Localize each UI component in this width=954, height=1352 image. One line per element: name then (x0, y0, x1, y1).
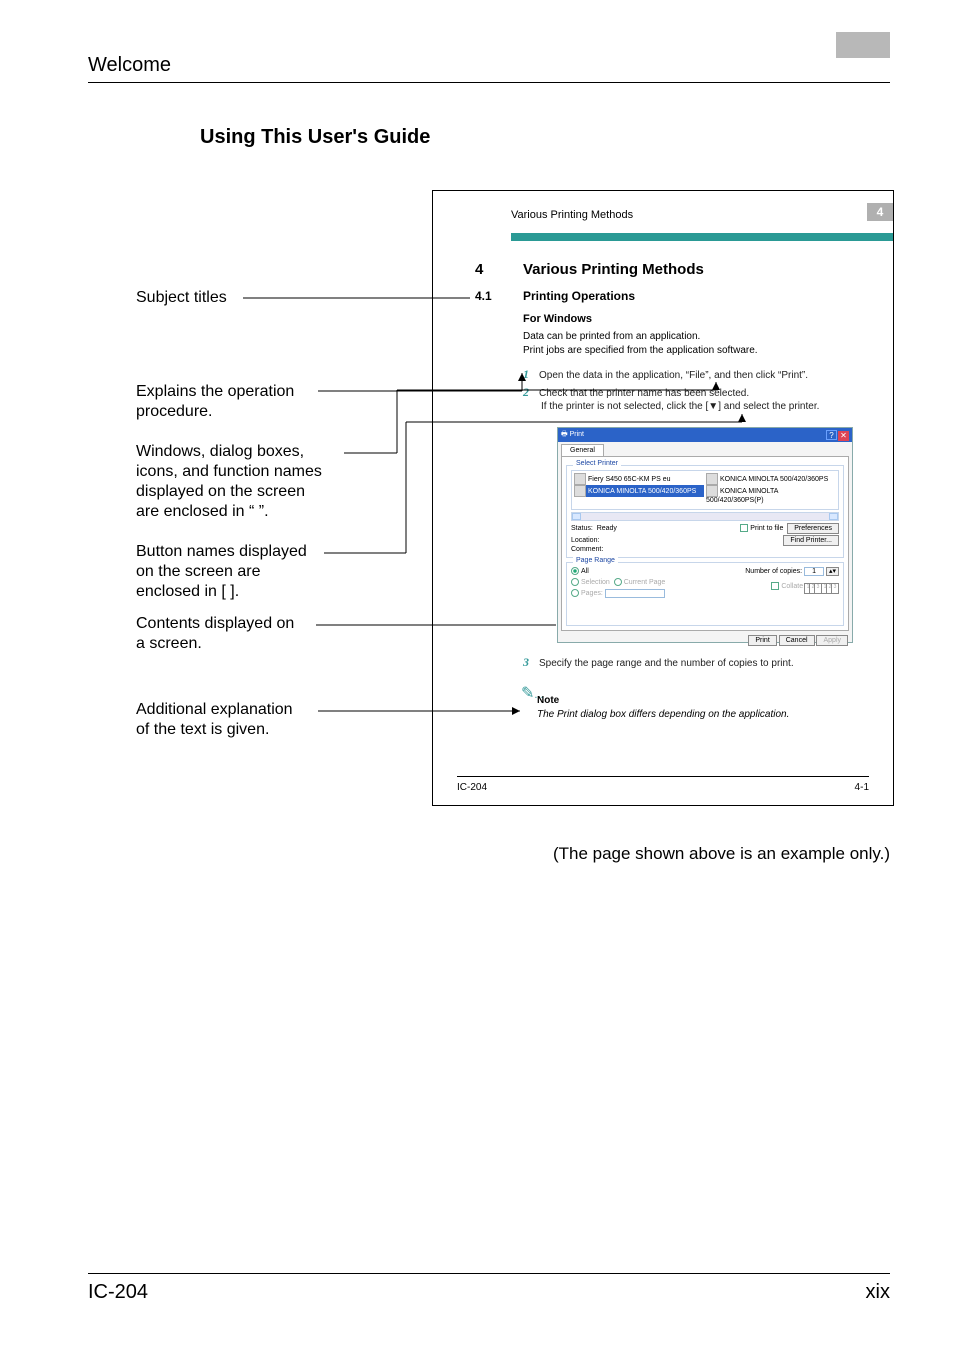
sample-step-2-text: Check that the printer name has been sel… (539, 388, 749, 399)
sample-body-2: Print jobs are specified from the applic… (523, 345, 758, 356)
sample-body-1: Data can be printed from an application. (523, 331, 700, 342)
label-subject-titles: Subject titles (136, 288, 227, 309)
label-buttons-3: enclosed in [ ]. (136, 582, 239, 603)
sample-step-3: 3Specify the page range and the number o… (523, 655, 794, 670)
group-select-title: Select Printer (573, 460, 621, 467)
comment-label: Comment: (571, 546, 839, 553)
find-printer-button[interactable]: Find Printer... (783, 535, 839, 546)
collate-icon: 123 (824, 583, 839, 594)
label-explains-2: procedure. (136, 402, 213, 423)
note-label: Note (537, 695, 559, 706)
figure-caption: (The page shown above is an example only… (553, 844, 890, 864)
apply-button[interactable]: Apply (816, 635, 848, 646)
print-to-file-label: Print to file (750, 525, 783, 532)
label-explains-1: Explains the operation (136, 382, 294, 403)
status-value: Ready (597, 525, 617, 532)
label-contents-1: Contents displayed on (136, 614, 294, 635)
collate-label: Collate (781, 583, 803, 590)
printer-icon: 🖶 (561, 431, 568, 438)
print-dialog: 🖶 Print ?✕ General Select Printer Fiery … (557, 427, 853, 643)
printer-item[interactable]: KONICA MINOLTA 500/420/360PS(P) (706, 485, 836, 504)
current-page-label: Current Page (624, 579, 666, 586)
sample-section-title: Printing Operations (523, 289, 635, 303)
all-label: All (581, 568, 589, 575)
print-to-file-checkbox[interactable] (740, 524, 748, 532)
sample-step-1-text: Open the data in the application, “File”… (539, 370, 808, 381)
sample-footer-right: 4-1 (855, 782, 869, 793)
sample-section-number: 4.1 (475, 289, 492, 303)
footer-rule (88, 1273, 890, 1274)
collate-icon: 123 (807, 583, 822, 594)
dialog-pane: Select Printer Fiery S450 65C-KM PS eu K… (561, 456, 849, 631)
copies-spinner[interactable]: ▴▾ (826, 567, 839, 576)
printer-icon (706, 485, 718, 497)
sample-running-header: Various Printing Methods (511, 209, 633, 221)
footer-left: IC-204 (88, 1281, 148, 1304)
horizontal-scrollbar[interactable] (571, 512, 839, 521)
sample-subhead: For Windows (523, 313, 592, 325)
printer-icon (706, 473, 718, 485)
sample-footer-left: IC-204 (457, 782, 487, 793)
label-windows-2: icons, and function names (136, 462, 322, 483)
preferences-button[interactable]: Preferences (787, 523, 839, 534)
help-button[interactable]: ? (826, 430, 837, 440)
label-windows-1: Windows, dialog boxes, (136, 442, 304, 463)
sample-chapter-number: 4 (475, 261, 483, 278)
printer-item[interactable]: Fiery S450 65C-KM PS eu (574, 473, 704, 485)
sample-chapter-title: Various Printing Methods (523, 261, 704, 278)
radio-current-page[interactable] (614, 578, 622, 586)
window-controls: ?✕ (825, 430, 849, 441)
copies-input[interactable] (804, 567, 824, 576)
sample-footer-rule (457, 776, 869, 777)
group-page-range: Page Range All Selection Current Page Pa… (566, 562, 844, 626)
radio-all[interactable] (571, 567, 579, 575)
pages-input[interactable] (605, 589, 665, 598)
printer-list[interactable]: Fiery S450 65C-KM PS eu KONICA MINOLTA 5… (571, 470, 839, 510)
collate-checkbox[interactable] (771, 582, 779, 590)
sample-page-figure: Various Printing Methods 4 4 Various Pri… (432, 190, 894, 806)
label-contents-2: a screen. (136, 634, 202, 655)
header-accent (836, 32, 890, 58)
note-text: The Print dialog box differs depending o… (537, 709, 789, 720)
radio-pages[interactable] (571, 589, 579, 597)
dialog-title: Print (570, 431, 584, 438)
section-title: Using This User's Guide (200, 126, 430, 149)
sample-accent-bar (511, 233, 893, 241)
label-additional-2: of the text is given. (136, 720, 269, 741)
sample-step-3-text: Specify the page range and the number of… (539, 658, 794, 669)
sample-step-2b: If the printer is not selected, click th… (541, 401, 819, 412)
sample-chapter-chip: 4 (867, 203, 893, 221)
sample-step-2: 2Check that the printer name has been se… (523, 385, 749, 400)
label-buttons-1: Button names displayed (136, 542, 307, 563)
running-header: Welcome (88, 54, 171, 77)
dialog-titlebar: 🖶 Print ?✕ (558, 428, 852, 442)
status-label: Status: (571, 525, 593, 532)
cancel-button[interactable]: Cancel (779, 635, 815, 646)
sample-step-1: 1Open the data in the application, “File… (523, 367, 808, 382)
label-buttons-2: on the screen are (136, 562, 261, 583)
printer-icon (574, 473, 586, 485)
footer-right: xix (866, 1281, 890, 1304)
group-select-printer: Select Printer Fiery S450 65C-KM PS eu K… (566, 465, 844, 558)
group-range-title: Page Range (573, 557, 618, 564)
close-button[interactable]: ✕ (838, 431, 849, 441)
printer-icon (574, 485, 586, 497)
tab-general[interactable]: General (561, 444, 604, 456)
printer-item-selected[interactable]: KONICA MINOLTA 500/420/360PS (574, 485, 704, 497)
dialog-footer: Print Cancel Apply (558, 634, 852, 647)
print-button[interactable]: Print (748, 635, 776, 646)
radio-selection[interactable] (571, 578, 579, 586)
header-rule (88, 82, 890, 83)
copies-label: Number of copies: (745, 568, 802, 575)
label-windows-4: are enclosed in “ ”. (136, 502, 269, 523)
pages-label: Pages: (581, 590, 603, 597)
location-label: Location: (571, 537, 599, 544)
label-additional-1: Additional explanation (136, 700, 293, 721)
selection-label: Selection (581, 579, 610, 586)
label-windows-3: displayed on the screen (136, 482, 305, 503)
printer-item[interactable]: KONICA MINOLTA 500/420/360PS (706, 473, 836, 485)
